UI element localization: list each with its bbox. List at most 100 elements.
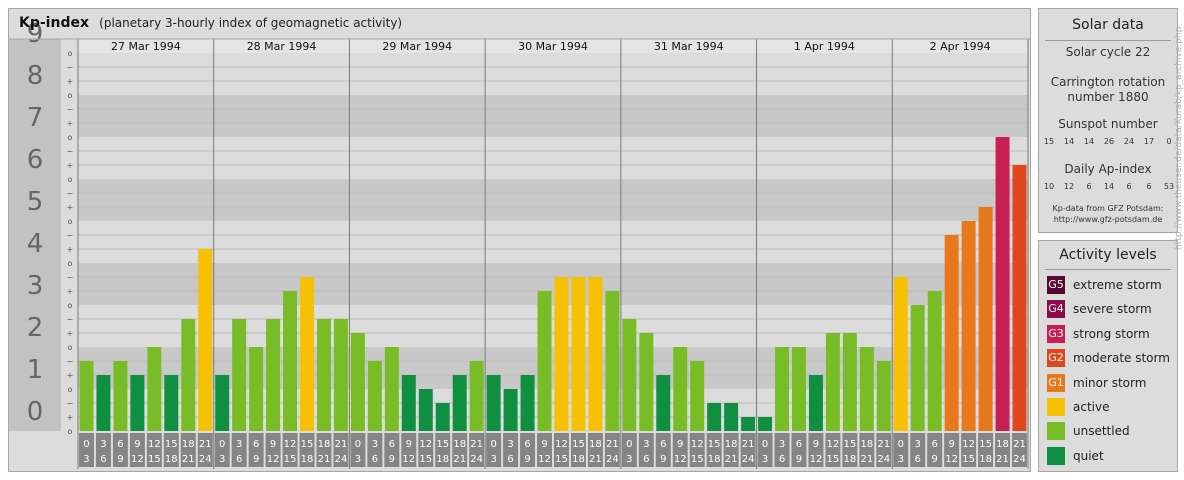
interval-end-label: 21 bbox=[860, 454, 873, 465]
activity-legend-panel: Activity levels G5 extreme storm G4 seve… bbox=[1038, 240, 1178, 472]
interval-start-label: 21 bbox=[335, 439, 348, 450]
interval-start-label: 18 bbox=[725, 439, 738, 450]
source-line1: Kp-data from GFZ Potsdam: bbox=[1052, 204, 1164, 213]
kp-bar bbox=[435, 402, 450, 431]
sunspot-value: 15 bbox=[1043, 137, 1055, 146]
y-subtick-label: + bbox=[67, 245, 74, 254]
kp-bar bbox=[690, 360, 705, 431]
y-subtick-label: − bbox=[67, 231, 74, 240]
legend-label: active bbox=[1073, 400, 1110, 414]
interval-end-label: 9 bbox=[932, 454, 938, 465]
interval-start-label: 3 bbox=[643, 439, 649, 450]
interval-start-label: 15 bbox=[301, 439, 314, 450]
interval-start-label: 0 bbox=[219, 439, 225, 450]
kp-bar bbox=[283, 291, 298, 431]
interval-start-label: 6 bbox=[796, 439, 802, 450]
kp-bar bbox=[1012, 165, 1027, 431]
y-subtick-label: − bbox=[67, 357, 74, 366]
y-subtick-label: − bbox=[67, 273, 74, 282]
y-subtick-label: o bbox=[68, 343, 73, 352]
y-subtick-label: o bbox=[68, 301, 73, 310]
interval-end-label: 3 bbox=[898, 454, 904, 465]
interval-end-label: 21 bbox=[589, 454, 602, 465]
interval-end-label: 18 bbox=[436, 454, 449, 465]
interval-end-label: 12 bbox=[267, 454, 280, 465]
kp-level-band bbox=[78, 95, 1028, 137]
day-label: 31 Mar 1994 bbox=[654, 40, 724, 53]
interval-end-label: 15 bbox=[148, 454, 161, 465]
sunspot-value: 0 bbox=[1166, 137, 1172, 146]
chart-subtitle: (planetary 3-hourly index of geomagnetic… bbox=[99, 16, 403, 30]
interval-start-label: 0 bbox=[490, 439, 496, 450]
interval-start-label: 0 bbox=[355, 439, 361, 450]
kp-bar bbox=[588, 276, 603, 431]
interval-start-label: 15 bbox=[979, 439, 992, 450]
y-tick-label: 7 bbox=[27, 103, 44, 133]
interval-start-label: 6 bbox=[253, 439, 259, 450]
kp-bar bbox=[503, 389, 518, 431]
sunspot-value: 14 bbox=[1083, 137, 1095, 146]
day-label: 28 Mar 1994 bbox=[247, 40, 317, 53]
legend-label: extreme storm bbox=[1073, 278, 1162, 292]
ap-value: 14 bbox=[1103, 182, 1115, 191]
interval-start-label: 12 bbox=[827, 439, 840, 450]
carrington-line1: Carrington rotation bbox=[1050, 75, 1166, 89]
solar-data-title: Solar data bbox=[1072, 17, 1144, 33]
interval-end-label: 6 bbox=[236, 454, 242, 465]
legend-swatch: G2 bbox=[1047, 349, 1065, 367]
kp-bar bbox=[571, 276, 586, 431]
y-subtick-label: + bbox=[67, 203, 74, 212]
interval-end-label: 15 bbox=[962, 454, 975, 465]
interval-end-label: 3 bbox=[83, 454, 89, 465]
kp-bar bbox=[842, 333, 857, 431]
legend-swatch: G4 bbox=[1047, 300, 1065, 318]
y-tick-label: 4 bbox=[27, 229, 44, 259]
interval-end-label: 12 bbox=[810, 454, 823, 465]
interval-start-label: 3 bbox=[236, 439, 242, 450]
y-subtick-label: o bbox=[68, 133, 73, 142]
kp-bar bbox=[876, 360, 891, 431]
interval-start-label: 6 bbox=[524, 439, 530, 450]
interval-start-label: 0 bbox=[898, 439, 904, 450]
kp-bar bbox=[707, 402, 722, 431]
y-tick-label: 2 bbox=[27, 313, 44, 343]
y-subtick-label: + bbox=[67, 77, 74, 86]
legend-item: active bbox=[1047, 397, 1109, 417]
interval-start-label: 6 bbox=[389, 439, 395, 450]
interval-start-label: 9 bbox=[948, 439, 954, 450]
interval-end-label: 12 bbox=[674, 454, 687, 465]
interval-end-label: 9 bbox=[253, 454, 259, 465]
interval-end-label: 6 bbox=[915, 454, 921, 465]
interval-start-label: 3 bbox=[915, 439, 921, 450]
interval-end-label: 3 bbox=[626, 454, 632, 465]
chart-title: Kp-index bbox=[19, 15, 89, 31]
legend-label: unsettled bbox=[1073, 424, 1130, 438]
solar-cycle: Solar cycle 22 bbox=[1065, 45, 1151, 59]
kp-bar bbox=[317, 318, 331, 431]
kp-bar bbox=[622, 318, 637, 431]
kp-bar bbox=[537, 291, 552, 431]
ap-value: 10 bbox=[1043, 182, 1055, 191]
interval-end-label: 24 bbox=[742, 454, 755, 465]
interval-start-label: 15 bbox=[844, 439, 857, 450]
interval-start-label: 21 bbox=[1013, 439, 1026, 450]
interval-end-label: 24 bbox=[199, 454, 212, 465]
interval-end-label: 15 bbox=[691, 454, 704, 465]
ap-value: 12 bbox=[1063, 182, 1075, 191]
kp-bar bbox=[656, 375, 671, 431]
y-subtick-label: + bbox=[67, 329, 74, 338]
legend-item: G1 minor storm bbox=[1047, 373, 1146, 393]
interval-end-label: 15 bbox=[284, 454, 297, 465]
interval-end-label: 9 bbox=[660, 454, 666, 465]
kp-bar bbox=[350, 333, 365, 431]
interval-end-label: 6 bbox=[372, 454, 378, 465]
kp-bar bbox=[452, 375, 467, 431]
interval-end-label: 21 bbox=[182, 454, 195, 465]
legend-label: minor storm bbox=[1073, 376, 1147, 390]
legend-label: strong storm bbox=[1073, 327, 1150, 341]
sunspot-values: 15 14 14 26 24 17 0 bbox=[1039, 137, 1179, 149]
interval-start-label: 0 bbox=[762, 439, 768, 450]
kp-chart: 0123456789o+−o+−o+−o+−o+−o+−o+−o+−o+−o27… bbox=[9, 19, 1030, 469]
interval-end-label: 3 bbox=[490, 454, 496, 465]
interval-start-label: 3 bbox=[372, 439, 378, 450]
